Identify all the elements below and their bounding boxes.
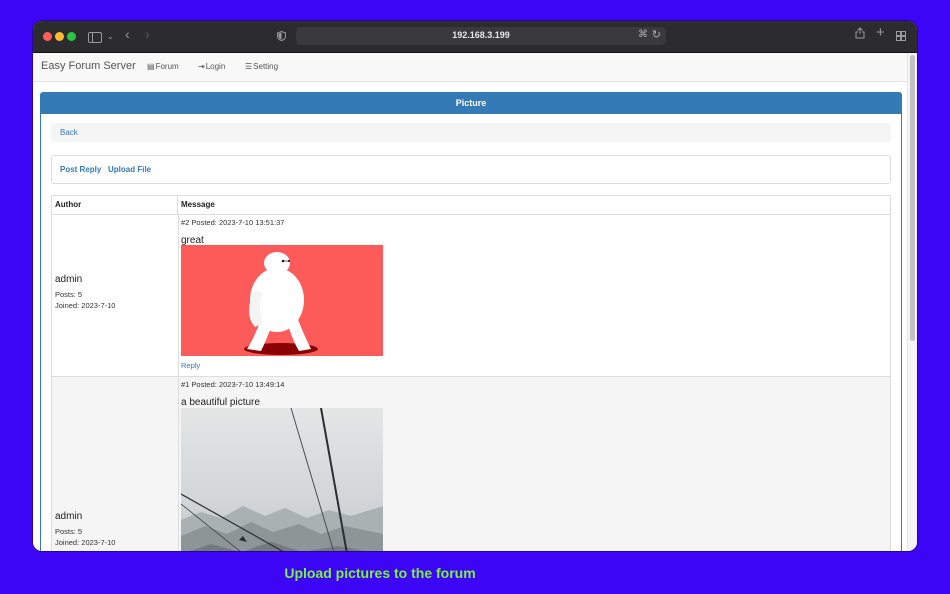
zoom-window-button[interactable] (67, 32, 76, 41)
author-column-header: Author (52, 196, 178, 214)
forward-arrow-icon[interactable]: › (145, 26, 150, 42)
nav-setting-link[interactable]: ☰Setting (245, 62, 278, 71)
back-arrow-icon[interactable]: ‹ (125, 26, 130, 42)
translate-icon[interactable]: ⌘ (638, 29, 648, 40)
author-cell: admin Posts: 5 Joined: 2023-7-10 (52, 377, 179, 551)
tab-overview-icon[interactable] (896, 29, 906, 45)
posts-table: Author Message admin Posts: 5 Joined: 20… (51, 195, 891, 551)
nav-forum-link[interactable]: ▤Forum (147, 62, 179, 71)
post-timestamp: #2 Posted: 2023-7-10 13:51:37 (181, 218, 285, 227)
reload-icon[interactable]: ↻ (652, 28, 661, 41)
list-icon: ▤ (147, 62, 155, 71)
sidebar-icon[interactable] (88, 32, 102, 43)
site-navbar: Easy Forum Server ▤Forum ⇥Login ☰Setting (33, 53, 908, 82)
table-row: admin Posts: 5 Joined: 2023-7-10 #1 Post… (52, 377, 890, 551)
author-joined-date: Joined: 2023-7-10 (55, 301, 116, 310)
browser-window: ⌄ ‹ › 192.168.3.199 ⌘ ↻ + Easy Forum Ser… (33, 21, 917, 551)
nav-login-link[interactable]: ⇥Login (198, 62, 225, 71)
back-link[interactable]: Back (60, 128, 78, 137)
author-post-count: Posts: 5 (55, 527, 83, 536)
browser-toolbar: ⌄ ‹ › 192.168.3.199 ⌘ ↻ + (33, 21, 917, 53)
author-joined-date: Joined: 2023-7-10 (55, 538, 116, 547)
message-column-header: Message (181, 200, 215, 209)
shield-icon[interactable] (277, 29, 286, 42)
post-reply-link[interactable]: Post Reply (60, 165, 101, 174)
author-cell: admin Posts: 5 Joined: 2023-7-10 (52, 215, 179, 376)
reply-link[interactable]: Reply (181, 361, 200, 370)
breadcrumb: Back (51, 123, 891, 142)
page-scrollbar[interactable] (907, 53, 917, 551)
baymax-image[interactable] (181, 245, 383, 356)
site-brand[interactable]: Easy Forum Server (41, 60, 136, 72)
author-name[interactable]: admin (55, 511, 82, 522)
cable-car-mountain-image[interactable] (181, 408, 383, 551)
topic-panel: Picture Back Post Reply Upload File Auth… (40, 92, 902, 551)
post-timestamp: #1 Posted: 2023-7-10 13:49:14 (181, 380, 285, 389)
share-icon[interactable] (855, 27, 865, 43)
close-window-button[interactable] (43, 32, 52, 41)
upload-file-link[interactable]: Upload File (108, 165, 151, 174)
menu-icon: ☰ (245, 62, 253, 71)
chevron-down-icon[interactable]: ⌄ (107, 29, 114, 45)
author-post-count: Posts: 5 (55, 290, 83, 299)
address-bar[interactable]: 192.168.3.199 ⌘ ↻ (296, 27, 666, 45)
action-bar: Post Reply Upload File (51, 155, 891, 184)
author-name[interactable]: admin (55, 274, 82, 285)
message-cell: #2 Posted: 2023-7-10 13:51:37 great Repl… (178, 215, 890, 376)
minimize-window-button[interactable] (55, 32, 64, 41)
post-text: a beautiful picture (181, 397, 260, 408)
web-page: Easy Forum Server ▤Forum ⇥Login ☰Setting… (33, 53, 908, 551)
promo-caption: Upload pictures to the forum (284, 565, 476, 581)
url-text: 192.168.3.199 (452, 30, 510, 40)
table-row: admin Posts: 5 Joined: 2023-7-10 #2 Post… (52, 215, 890, 376)
login-icon: ⇥ (198, 62, 205, 71)
new-tab-icon[interactable]: + (876, 25, 885, 41)
panel-title: Picture (41, 93, 901, 114)
scrollbar-thumb[interactable] (910, 55, 915, 341)
message-cell: #1 Posted: 2023-7-10 13:49:14 a beautifu… (178, 377, 890, 551)
